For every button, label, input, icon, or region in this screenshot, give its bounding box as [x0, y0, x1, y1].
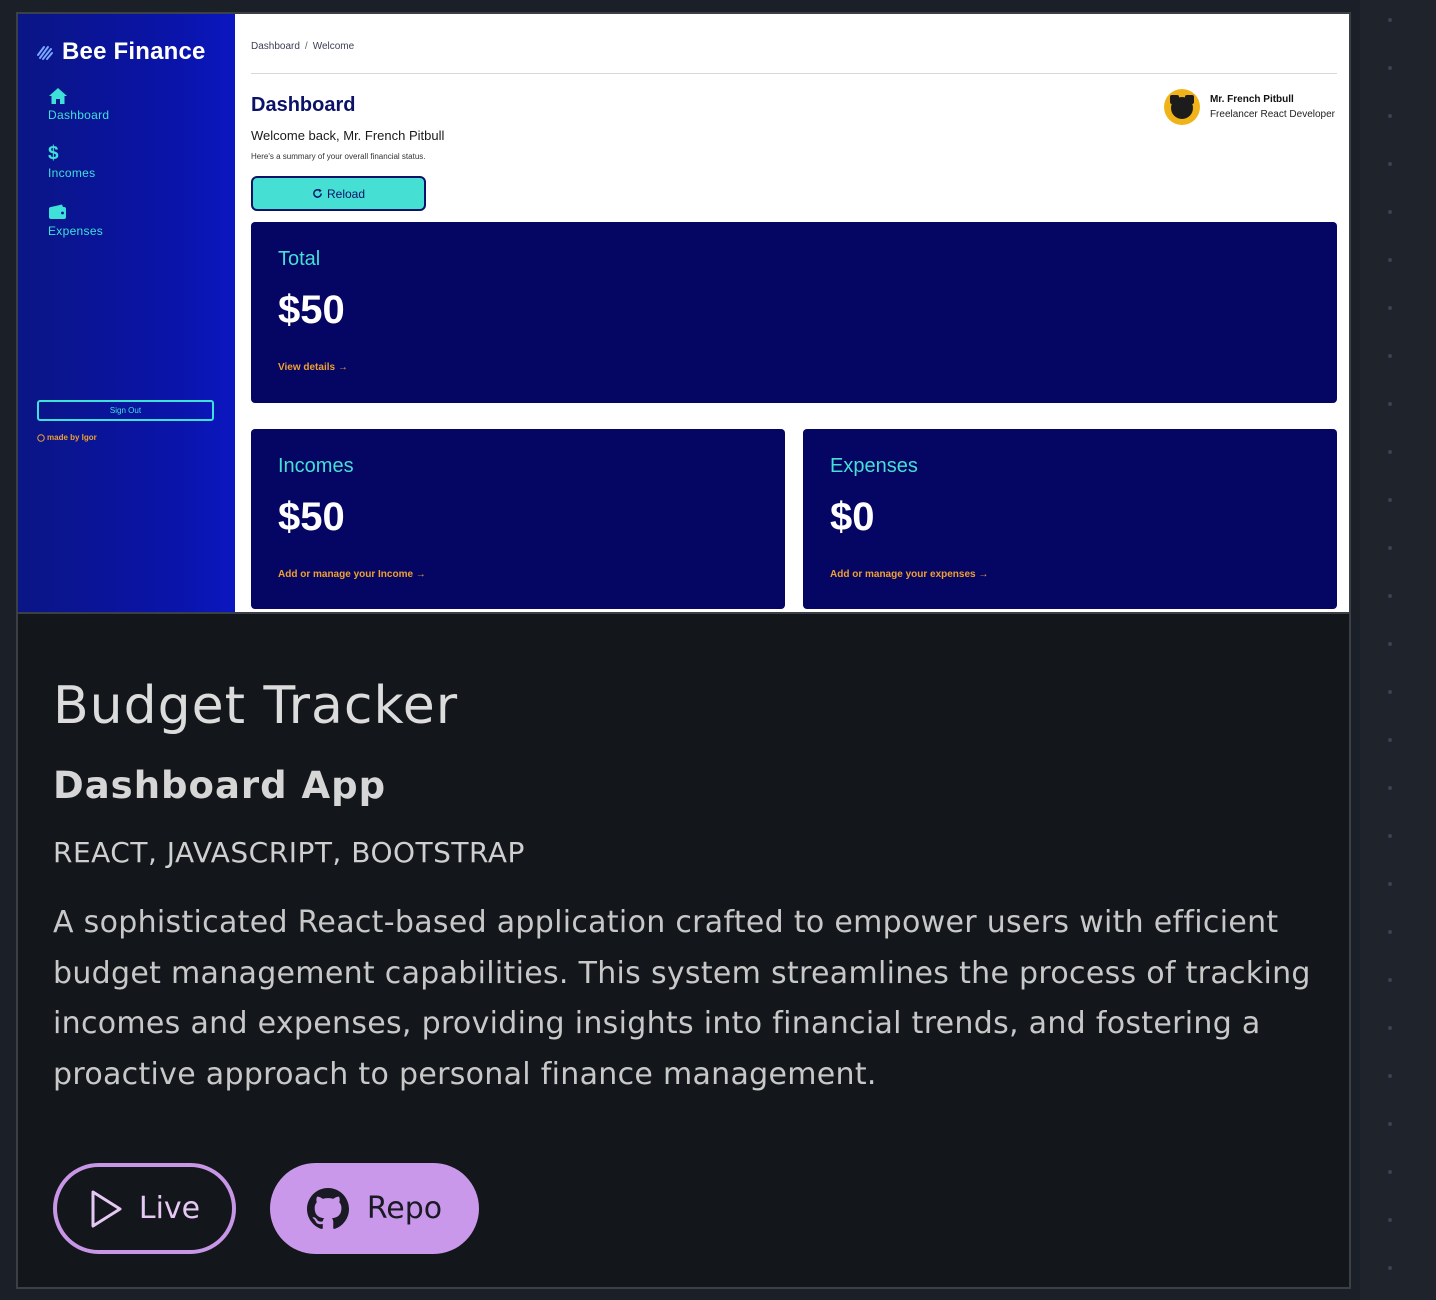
- reload-label: Reload: [326, 186, 366, 201]
- sidebar-item-label: Incomes: [48, 166, 96, 180]
- brand-name: Bee Finance: [62, 38, 206, 65]
- wallet-icon: [49, 204, 66, 219]
- project-card: Bee Finance Dashboard $ Incomes Expenses: [16, 12, 1351, 1289]
- project-tech-stack: REACT, JAVASCRIPT, BOOTSTRAP: [53, 836, 525, 869]
- page-title: Dashboard: [251, 94, 356, 116]
- repo-label: Repo: [366, 1191, 443, 1226]
- project-screenshot: Bee Finance Dashboard $ Incomes Expenses: [18, 14, 1349, 614]
- breadcrumb-item: Welcome: [312, 41, 355, 52]
- card-amount: $50: [278, 495, 345, 539]
- brand: Bee Finance: [36, 38, 206, 66]
- card-amount: $0: [830, 495, 875, 539]
- play-icon: [91, 1190, 122, 1227]
- card-amount: $50: [278, 288, 345, 332]
- project-title: Budget Tracker: [53, 676, 459, 736]
- project-subtitle: Dashboard App: [53, 764, 387, 807]
- summary-text: Here's a summary of your overall financi…: [251, 152, 426, 161]
- manage-income-link[interactable]: Add or manage your Income →: [278, 569, 426, 580]
- user-name: Mr. French Pitbull: [1209, 94, 1294, 105]
- breadcrumb: Dashboard / Welcome: [251, 41, 355, 52]
- decorative-dot-column: [1360, 0, 1436, 1300]
- card-label: Total: [278, 248, 321, 270]
- sidebar-item-label: Expenses: [48, 224, 104, 238]
- dashboard-main: Dashboard / Welcome Dashboard Welcome back…: [235, 14, 1349, 612]
- live-label: Live: [138, 1191, 201, 1226]
- home-icon: [49, 88, 67, 104]
- expenses-card: Expenses $0 Add or manage your expenses …: [803, 429, 1337, 609]
- sign-out-button[interactable]: Sign Out: [37, 400, 214, 421]
- reload-icon: [313, 188, 322, 198]
- sidebar: Bee Finance Dashboard $ Incomes Expenses: [18, 14, 235, 612]
- breadcrumb-item[interactable]: Dashboard: [251, 41, 300, 52]
- incomes-card: Incomes $50 Add or manage your Income →: [251, 429, 785, 609]
- repo-button[interactable]: Repo: [270, 1163, 479, 1254]
- manage-expenses-link[interactable]: Add or manage your expenses →: [830, 569, 988, 580]
- github-icon: [306, 1187, 349, 1229]
- sidebar-item-dashboard[interactable]: Dashboard: [48, 86, 109, 122]
- welcome-text: Welcome back, Mr. French Pitbull: [251, 128, 445, 143]
- sidebar-item-incomes[interactable]: $ Incomes: [48, 143, 96, 181]
- brand-logo-icon: [37, 46, 53, 60]
- made-by-text: made by Igor: [47, 433, 97, 442]
- sidebar-item-label: Dashboard: [48, 108, 110, 122]
- avatar: [1163, 89, 1200, 125]
- card-label: Incomes: [278, 455, 354, 477]
- card-label: Expenses: [830, 455, 918, 477]
- view-details-link[interactable]: View details →: [278, 362, 348, 373]
- sidebar-item-expenses[interactable]: Expenses: [48, 202, 103, 238]
- dollar-icon: $: [48, 143, 59, 164]
- project-description: A sophisticated React-based application …: [53, 905, 1311, 1092]
- user-profile: Mr. French Pitbull Freelancer React Deve…: [1163, 89, 1335, 125]
- live-button[interactable]: Live: [53, 1163, 236, 1254]
- user-role: Freelancer React Developer: [1209, 109, 1335, 120]
- divider: [251, 73, 1337, 74]
- reload-button[interactable]: Reload: [251, 176, 426, 211]
- github-icon: [37, 433, 45, 442]
- total-card: Total $50 View details →: [251, 222, 1337, 403]
- made-by-link[interactable]: made by Igor: [37, 433, 97, 442]
